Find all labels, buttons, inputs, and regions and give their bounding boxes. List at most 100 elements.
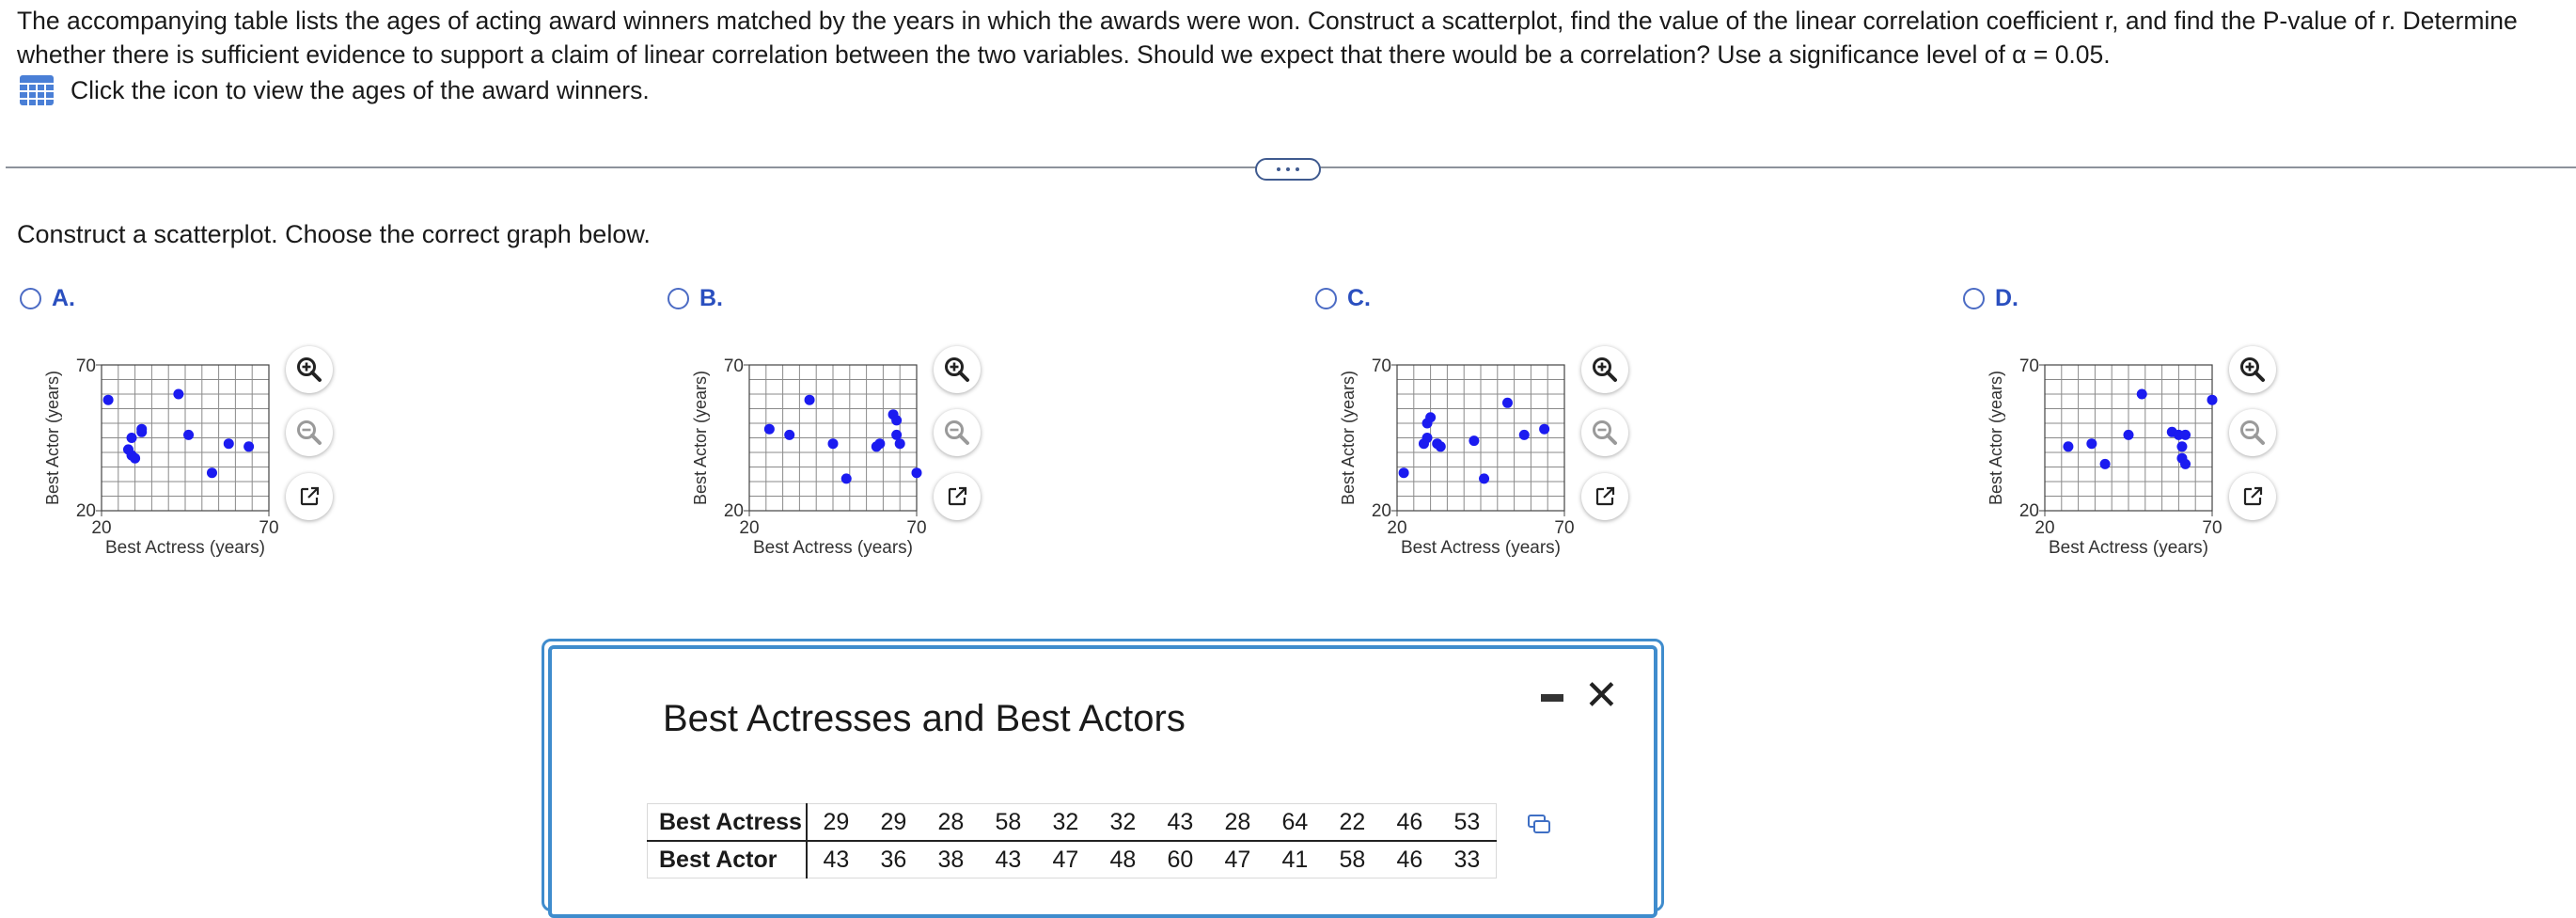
zoom-out-button[interactable]: [2229, 409, 2276, 456]
table-cell: 22: [1323, 803, 1381, 842]
zoom-in-button[interactable]: [1581, 346, 1628, 393]
x-tick-label: 70: [1554, 518, 1574, 538]
scatter-point: [784, 429, 795, 440]
y-axis-label: Best Actor (years): [1987, 371, 2005, 505]
scatter-point: [102, 394, 114, 405]
zoom-in-button[interactable]: [934, 346, 981, 393]
data-table: Best Actress 29 29 28 58 32 32 43 28 64 …: [647, 803, 1497, 878]
option-radio-row[interactable]: A.: [20, 285, 75, 312]
row-label: Best Actress: [647, 803, 808, 842]
x-tick-label: 20: [1387, 518, 1406, 538]
table-cell: 32: [1093, 803, 1152, 842]
external-link-icon: [948, 486, 967, 506]
close-icon[interactable]: ✕: [1584, 672, 1619, 720]
expand-content-button[interactable]: [1255, 158, 1321, 181]
table-cell: 28: [1208, 803, 1266, 842]
scatter-point: [1422, 433, 1433, 443]
expand-graph-button[interactable]: [2229, 473, 2276, 520]
option-letter[interactable]: D.: [1995, 285, 2018, 312]
table-cell: 41: [1281, 846, 1309, 873]
table-cell: 32: [1036, 803, 1094, 842]
x-tick-label: 70: [259, 518, 278, 538]
scatter-point: [1518, 429, 1530, 440]
y-tick-label: 70: [2019, 356, 2039, 376]
zoom-out-icon: [945, 420, 969, 445]
x-tick-label: 70: [2202, 518, 2222, 538]
table-cell: 64: [1265, 803, 1324, 842]
scatterplot: 702020 70Best Actress (years)Best Actor (…: [1987, 356, 2223, 558]
y-axis-label: Best Actor (years): [1339, 371, 1358, 505]
radio-button[interactable]: [668, 288, 689, 309]
table-cell: 58: [1339, 846, 1366, 873]
plot-grid: [748, 364, 918, 512]
expand-graph-button[interactable]: [286, 473, 333, 520]
option-letter[interactable]: A.: [52, 285, 75, 312]
data-popup: Best Actresses and Best Actors ✕ Best Ac…: [548, 645, 1657, 918]
question-text: Construct a scatterplot. Choose the corr…: [17, 220, 651, 248]
option-b: B. 70 20 20 70 Best Actress (years) Best Actor…: [665, 282, 1078, 583]
dot-icon: [1277, 167, 1280, 171]
table-cell: 29: [806, 803, 865, 842]
option-letter[interactable]: B.: [699, 285, 723, 312]
option-letter[interactable]: C.: [1347, 285, 1371, 312]
dot-icon: [1296, 167, 1299, 171]
scatter-point: [126, 433, 137, 443]
table-cell: 48: [1109, 846, 1137, 873]
table-icon[interactable]: [19, 74, 55, 106]
zoom-out-icon: [297, 420, 322, 445]
table-cell: 46: [1380, 803, 1438, 842]
table-cell: 53: [1437, 803, 1497, 842]
table-cell: 43: [995, 846, 1022, 873]
zoom-out-button[interactable]: [286, 409, 333, 456]
scatter-point: [1469, 435, 1480, 447]
table-cell: 47: [1052, 846, 1079, 873]
x-axis-label: Best Actress (years): [753, 538, 913, 558]
scatter-point: [891, 415, 903, 426]
y-tick-label: 70: [1372, 356, 1391, 376]
radio-button[interactable]: [20, 288, 41, 309]
table-cell: 43: [1151, 803, 1209, 842]
dot-icon: [1286, 167, 1290, 171]
zoom-out-icon: [2240, 420, 2265, 445]
view-data-row[interactable]: Click the icon to view the ages of the a…: [19, 73, 650, 107]
option-c: C. 70 20 20 70 Best Actress (years) Best Actor…: [1312, 282, 1726, 583]
minimize-icon[interactable]: [1541, 694, 1563, 702]
zoom-in-icon: [1593, 357, 1617, 382]
option-d: D. 70 20 20 70 Best Actress (years) Best Actor…: [1960, 282, 2374, 583]
scatter-point: [1398, 467, 1409, 479]
scatter-point: [894, 438, 905, 450]
x-axis-label: Best Actress (years): [105, 538, 265, 558]
view-data-link[interactable]: Click the icon to view the ages of the a…: [71, 76, 650, 105]
scatter-point: [130, 452, 141, 464]
radio-button[interactable]: [1963, 288, 1985, 309]
table-cell: 43: [823, 846, 850, 873]
scatter-point: [223, 438, 234, 450]
table-cell: 28: [921, 803, 980, 842]
scatterplot: 702020 70Best Actress (years)Best Actor (…: [691, 356, 927, 558]
scatter-point: [911, 467, 922, 479]
scatter-point: [2136, 388, 2147, 400]
zoom-in-button[interactable]: [286, 346, 333, 393]
expand-graph-button[interactable]: [934, 473, 981, 520]
expand-graph-button[interactable]: [1581, 473, 1628, 520]
y-tick-label: 70: [724, 356, 744, 376]
option-radio-row[interactable]: C.: [1315, 285, 1371, 312]
scatter-point: [2099, 458, 2111, 469]
y-tick-label: 70: [76, 356, 96, 376]
scatter-point: [2176, 441, 2188, 452]
problem-statement: The accompanying table lists the ages of…: [17, 7, 2518, 69]
zoom-out-button[interactable]: [1581, 409, 1628, 456]
table-cell: 38: [937, 846, 965, 873]
copy-icon[interactable]: [1528, 815, 1550, 833]
popup-title: Best Actresses and Best Actors: [663, 698, 1186, 739]
x-axis-label: Best Actress (years): [2049, 538, 2208, 558]
radio-button[interactable]: [1315, 288, 1337, 309]
scatter-point: [243, 441, 255, 452]
zoom-in-icon: [297, 357, 322, 382]
scatter-point: [840, 473, 852, 484]
option-radio-row[interactable]: D.: [1963, 285, 2018, 312]
option-radio-row[interactable]: B.: [668, 285, 723, 312]
zoom-in-button[interactable]: [2229, 346, 2276, 393]
zoom-out-button[interactable]: [934, 409, 981, 456]
scatter-point: [1539, 423, 1550, 435]
